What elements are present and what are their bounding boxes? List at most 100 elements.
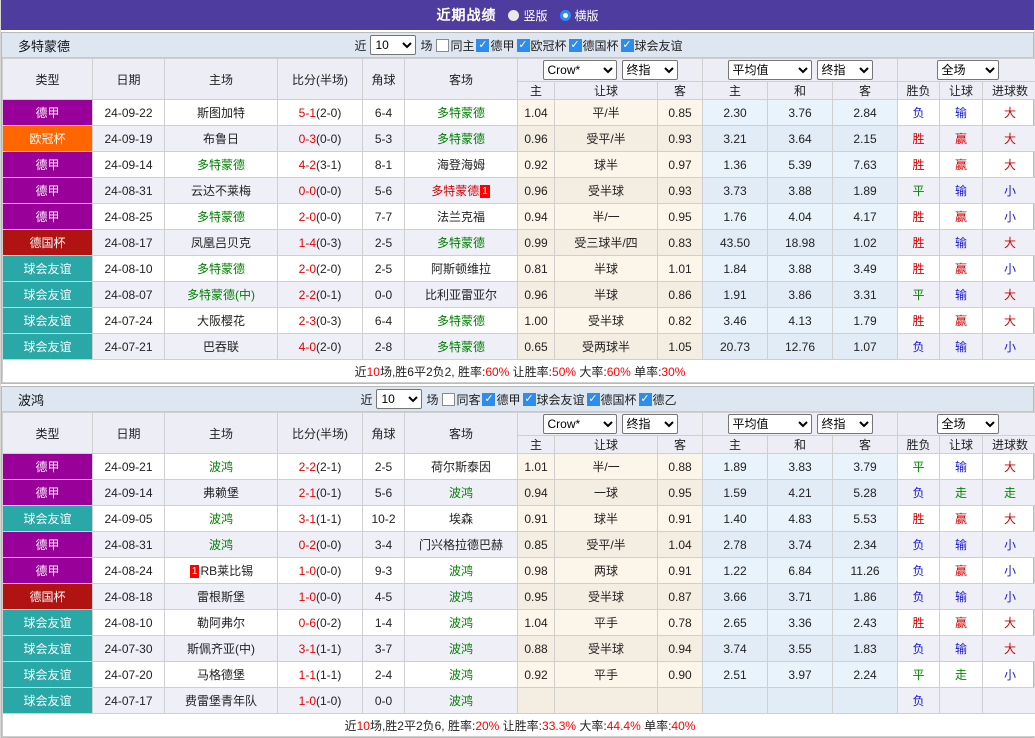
away-team-cell: 多特蒙德 xyxy=(405,230,518,256)
date-cell: 24-09-14 xyxy=(93,152,165,178)
average-index-select[interactable]: 终指 xyxy=(817,60,873,80)
home-team-name: 斯图加特 xyxy=(197,106,245,120)
avg-home-odds: 3.66 xyxy=(703,584,768,610)
checkbox-unchecked-icon[interactable] xyxy=(442,393,455,406)
date-cell: 24-09-05 xyxy=(93,506,165,532)
table-row: 德国杯24-08-18雷根斯堡1-0(0-0)4-5波鸿0.95受半球0.873… xyxy=(3,584,1035,610)
avg-away-odds xyxy=(833,688,898,714)
home-team-cell: 1RB莱比锡 xyxy=(165,558,278,584)
checkbox-checked-icon[interactable]: ✓ xyxy=(621,39,634,52)
handicap-group-header: Crow*终指 xyxy=(518,413,703,436)
average-group-header: 平均值终指 xyxy=(703,59,898,82)
same-venue-checkbox[interactable]: 同主 xyxy=(436,37,474,54)
handicap-line: 受半球 xyxy=(555,636,658,662)
handicap-line: 受平/半 xyxy=(555,532,658,558)
match-count-select[interactable]: 10 xyxy=(376,389,422,409)
col-header-3: 比分(半场) xyxy=(278,59,363,100)
result-outcome: 负 xyxy=(898,334,940,360)
away-team-name: 埃森 xyxy=(449,512,473,526)
handicap-away-odds: 1.01 xyxy=(658,256,703,282)
half-time-score: (0-0) xyxy=(316,184,341,198)
scope-select[interactable]: 全场 xyxy=(937,414,999,434)
table-row: 德甲24-08-31波鸿0-2(0-0)3-4门兴格拉德巴赫0.85受平/半1.… xyxy=(3,532,1035,558)
away-team-cell: 波鸿 xyxy=(405,480,518,506)
date-cell: 24-09-14 xyxy=(93,480,165,506)
checkbox-checked-icon[interactable]: ✓ xyxy=(523,393,536,406)
avg-away-odds: 1.83 xyxy=(833,636,898,662)
avg-draw-odds: 3.36 xyxy=(768,610,833,636)
bookmaker-select[interactable]: Crow* xyxy=(543,414,617,434)
handicap-line: 受三球半/四 xyxy=(555,230,658,256)
handicap-away-odds: 0.93 xyxy=(658,178,703,204)
league-filter-checkbox-3[interactable]: ✓德乙 xyxy=(639,391,677,408)
home-team-cell: 弗赖堡 xyxy=(165,480,278,506)
home-team-cell: 费雷堡青年队 xyxy=(165,688,278,714)
result-goals: 小 xyxy=(983,178,1035,204)
checkbox-unchecked-icon[interactable] xyxy=(436,39,449,52)
layout-radio-vertical[interactable]: 竖版 xyxy=(508,7,547,24)
score-cell: 2-2(2-1) xyxy=(278,454,363,480)
sub-header-3: 主 xyxy=(703,82,768,100)
league-cell: 德甲 xyxy=(3,532,93,558)
handicap-index-select[interactable]: 终指 xyxy=(622,414,678,434)
league-filter-checkbox-0[interactable]: ✓德甲 xyxy=(476,37,514,54)
result-handicap: 赢 xyxy=(940,126,983,152)
checkbox-checked-icon[interactable]: ✓ xyxy=(639,393,652,406)
col-header-3: 比分(半场) xyxy=(278,413,363,454)
result-outcome: 平 xyxy=(898,178,940,204)
avg-draw-odds: 3.88 xyxy=(768,178,833,204)
home-team-name: 大阪樱花 xyxy=(197,314,245,328)
league-filter-checkbox-2[interactable]: ✓德国杯 xyxy=(569,37,619,54)
league-filter-checkbox-1[interactable]: ✓欧冠杯 xyxy=(517,37,567,54)
handicap-line xyxy=(555,688,658,714)
avg-home-odds: 2.78 xyxy=(703,532,768,558)
checkbox-checked-icon[interactable]: ✓ xyxy=(587,393,600,406)
average-index-select[interactable]: 终指 xyxy=(817,414,873,434)
home-team-name: 多特蒙德 xyxy=(197,158,245,172)
team-name: 多特蒙德 xyxy=(18,36,70,55)
result-outcome: 胜 xyxy=(898,126,940,152)
scope-select[interactable]: 全场 xyxy=(937,60,999,80)
checkbox-checked-icon[interactable]: ✓ xyxy=(569,39,582,52)
away-team-name: 多特蒙德 xyxy=(437,106,485,120)
result-goals: 大 xyxy=(983,636,1035,662)
league-filter-checkbox-3[interactable]: ✓球会友谊 xyxy=(621,37,683,54)
result-goals: 小 xyxy=(983,558,1035,584)
checkbox-checked-icon[interactable]: ✓ xyxy=(517,39,530,52)
avg-away-odds: 11.26 xyxy=(833,558,898,584)
league-cell: 球会友谊 xyxy=(3,688,93,714)
handicap-home-odds: 0.92 xyxy=(518,662,555,688)
radio-checked-icon[interactable] xyxy=(560,10,571,21)
sub-header-2: 客 xyxy=(658,436,703,454)
average-select[interactable]: 平均值 xyxy=(728,414,812,434)
corner-cell: 5-3 xyxy=(363,126,405,152)
avg-away-odds: 4.17 xyxy=(833,204,898,230)
half-time-score: (0-0) xyxy=(316,564,341,578)
away-team-name: 多特蒙德 xyxy=(437,132,485,146)
sub-header-7: 让球 xyxy=(940,436,983,454)
checkbox-checked-icon[interactable]: ✓ xyxy=(482,393,495,406)
handicap-line: 半球 xyxy=(555,256,658,282)
league-filter-checkbox-1[interactable]: ✓球会友谊 xyxy=(523,391,585,408)
league-cell: 德甲 xyxy=(3,480,93,506)
league-filter-checkbox-0[interactable]: ✓德甲 xyxy=(482,391,520,408)
home-team-cell: 巴吞联 xyxy=(165,334,278,360)
bookmaker-select[interactable]: Crow* xyxy=(543,60,617,80)
checkbox-checked-icon[interactable]: ✓ xyxy=(476,39,489,52)
handicap-home-odds: 0.65 xyxy=(518,334,555,360)
layout-radio-horizontal[interactable]: 横版 xyxy=(560,7,599,24)
average-select[interactable]: 平均值 xyxy=(728,60,812,80)
away-team-cell: 波鸿 xyxy=(405,636,518,662)
avg-home-odds: 20.73 xyxy=(703,334,768,360)
table-row: 德甲24-09-14弗赖堡2-1(0-1)5-6波鸿0.94一球0.951.59… xyxy=(3,480,1035,506)
radio-unchecked-icon[interactable] xyxy=(508,10,519,21)
league-cell: 德甲 xyxy=(3,204,93,230)
handicap-index-select[interactable]: 终指 xyxy=(622,60,678,80)
team-band: 波鸿 近10场同客✓德甲✓球会友谊✓德国杯✓德乙 xyxy=(2,387,1033,412)
league-filter-checkbox-2[interactable]: ✓德国杯 xyxy=(587,391,637,408)
avg-draw-odds: 3.76 xyxy=(768,100,833,126)
same-venue-checkbox[interactable]: 同客 xyxy=(442,391,480,408)
away-team-cell: 门兴格拉德巴赫 xyxy=(405,532,518,558)
half-time-score: (3-1) xyxy=(316,158,341,172)
match-count-select[interactable]: 10 xyxy=(370,35,416,55)
